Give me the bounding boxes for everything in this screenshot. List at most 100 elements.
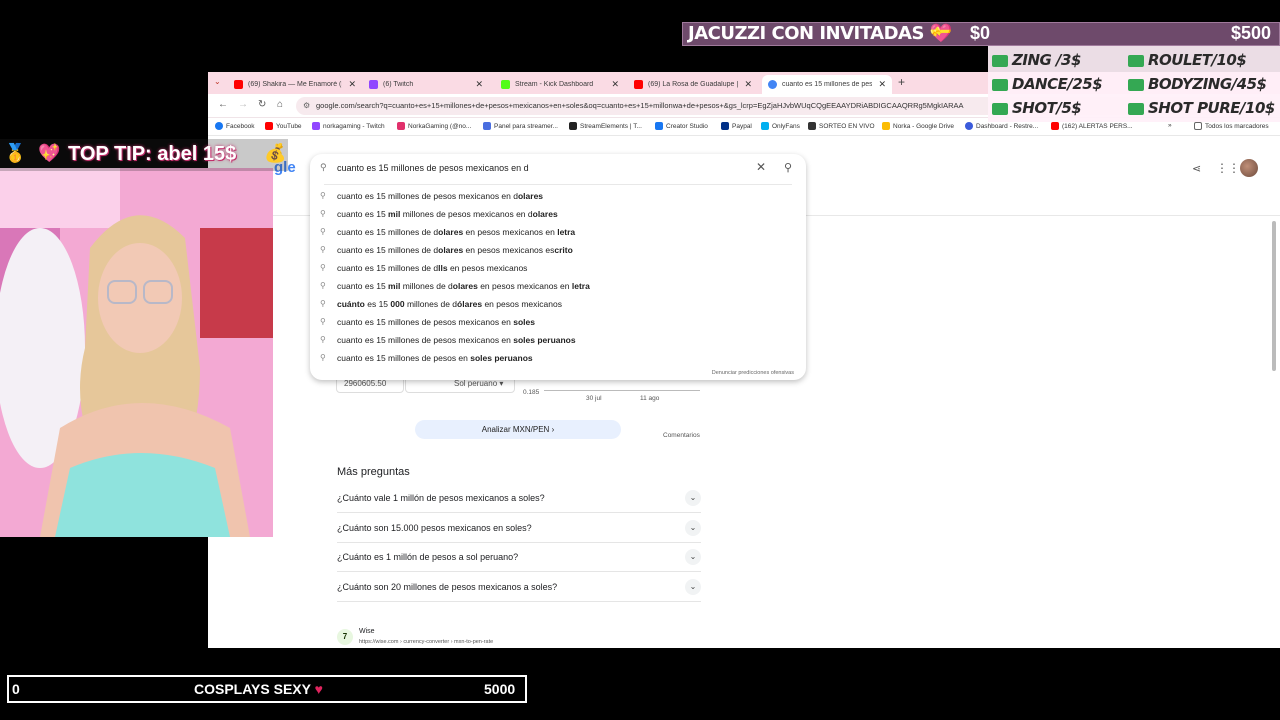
reload-icon[interactable]: ↻ (258, 99, 266, 110)
onlyfans-icon (761, 122, 769, 130)
bookmark-sorteo[interactable]: SORTEO EN VIVO (808, 122, 875, 130)
tip-menu-label: ZING /3$ (1012, 51, 1081, 69)
result-url[interactable]: https://wise.com › currency-converter › … (359, 639, 493, 645)
bookmark-instagram[interactable]: NorkaGaming (@no... (397, 122, 471, 130)
site-info-icon[interactable]: ⚙ (303, 97, 310, 115)
tab-label: Stream - Kick Dashboard (515, 81, 594, 88)
suggestion-item[interactable]: ⚲ cuánto es 15 000 millones de dólares en… (310, 295, 806, 313)
faq-item[interactable]: ¿Cuánto son 20 millones de pesos mexican… (337, 573, 701, 602)
bookmark-creator-studio[interactable]: Creator Studio (655, 122, 708, 130)
apps-grid-icon[interactable]: ⋮⋮ (1216, 161, 1240, 175)
bookmark-streamelements[interactable]: StreamElements | T... (569, 122, 642, 130)
suggestion-text: cuanto es 15 millones de pesos mexicanos… (337, 317, 514, 327)
tab-search-icon[interactable]: ⌄ (214, 77, 221, 86)
search-icon[interactable]: ⚲ (784, 161, 792, 174)
suggestion-text: millones de d (404, 299, 458, 309)
heart-icon: 💝 (929, 23, 952, 44)
bookmark-alertas[interactable]: (162) ALERTAS PERS... (1051, 122, 1133, 130)
cosplay-goal-max: 5000 (484, 681, 516, 697)
close-icon[interactable]: ✕ (611, 79, 619, 90)
faq-item[interactable]: ¿Cuánto son 15.000 pesos mexicanos en so… (337, 514, 701, 543)
close-icon[interactable]: ✕ (744, 79, 752, 90)
bookmark-youtube[interactable]: YouTube (265, 122, 302, 130)
tip-menu-label: BODYZING/45$ (1148, 75, 1267, 93)
comments-link[interactable]: Comentarios (663, 432, 700, 439)
money-icon (1128, 102, 1144, 115)
suggestion-text: millones de d (400, 281, 453, 291)
tab-rosa[interactable]: (69) La Rosa de Guadalupe | EL ✕ (628, 75, 758, 94)
bookmark-google-drive[interactable]: Norka - Google Drive (882, 122, 954, 130)
bookmark-facebook[interactable]: Facebook (215, 122, 255, 130)
suggestion-item[interactable]: ⚲ cuanto es 15 millones de pesos mexicano… (310, 187, 806, 205)
avatar[interactable] (1240, 159, 1258, 177)
goal-title-text: JACUZZI CON INVITADAS (688, 23, 924, 44)
bookmark-restream[interactable]: Dashboard - Restre... (965, 122, 1038, 130)
search-icon: ⚲ (320, 317, 326, 326)
close-icon[interactable]: ✕ (475, 79, 483, 90)
home-icon[interactable]: ⌂ (277, 99, 283, 110)
bookmark-label: SORTEO EN VIVO (819, 122, 875, 130)
suggestion-bold: mil (388, 281, 401, 291)
suggestion-text: en pesos mexicanos es (463, 245, 555, 255)
bookmarks-overflow-icon[interactable]: » (1168, 122, 1172, 129)
close-icon[interactable]: ✕ (348, 79, 356, 90)
wise-icon[interactable]: 7 (337, 629, 353, 645)
suggestion-item[interactable]: ⚲ cuanto es 15 millones de dlls en pesos … (310, 259, 806, 277)
search-input[interactable]: ⚲ cuanto es 15 millones de pesos mexican… (310, 154, 806, 184)
search-icon: ⚲ (320, 162, 327, 172)
bookmark-label: Paypal (732, 122, 752, 130)
tab-google-search[interactable]: cuanto es 15 millones de pesos ✕ (762, 75, 892, 94)
analyze-currency-button[interactable]: Analizar MXN/PEN › (415, 420, 621, 439)
chevron-down-icon[interactable]: ⌄ (685, 520, 701, 536)
bookmark-label: norkagaming - Twitch (323, 122, 385, 130)
result-site-name[interactable]: Wise (359, 628, 375, 635)
twitch-icon (369, 80, 378, 89)
faq-item[interactable]: ¿Cuánto es 1 millón de pesos a sol perua… (337, 543, 701, 572)
twitch-icon (312, 122, 320, 130)
bookmark-streamer-panel[interactable]: Panel para streamer... (483, 122, 558, 130)
tip-menu-item: BODYZING/45$ (1128, 75, 1267, 93)
suggestion-item[interactable]: ⚲ cuanto es 15 millones de dolares en pes… (310, 241, 806, 259)
suggestion-bold: crito (554, 245, 573, 255)
chevron-down-icon[interactable]: ⌄ (685, 549, 701, 565)
suggestion-item[interactable]: ⚲ cuanto es 15 mil millones de pesos mexi… (310, 205, 806, 223)
chart-x-label: 11 ago (640, 395, 660, 402)
google-icon (768, 80, 777, 89)
share-icon[interactable]: ⋖ (1192, 162, 1201, 175)
close-icon[interactable]: ✕ (878, 79, 886, 90)
tip-menu-item: SHOT PURE/10$ (1128, 99, 1275, 117)
bookmark-paypal[interactable]: Paypal (721, 122, 752, 130)
suggestion-item[interactable]: ⚲ cuanto es 15 millones de dolares en pes… (310, 223, 806, 241)
chevron-down-icon[interactable]: ⌄ (685, 579, 701, 595)
clear-icon[interactable]: ✕ (756, 160, 766, 174)
search-query[interactable]: cuanto es 15 millones de pesos mexicanos… (337, 163, 529, 173)
suggestion-bold: soles peruanos (470, 353, 533, 363)
forward-icon[interactable]: → (238, 99, 248, 110)
bookmark-twitch[interactable]: norkagaming - Twitch (312, 122, 385, 130)
all-bookmarks[interactable]: Todos los marcadores (1194, 122, 1269, 130)
paypal-icon (721, 122, 729, 130)
suggestion-item[interactable]: ⚲ cuanto es 15 mil millones de dolares en… (310, 277, 806, 295)
page-content: gle ⋖ ⋮⋮ 2960605.50 Sol peruano ▾ 0.185 … (208, 137, 1280, 648)
suggestion-text: cuanto es 15 millones de d (337, 263, 439, 273)
suggestion-text: cuanto es 15 millones de pesos en (337, 353, 471, 363)
cosplay-goal-title: COSPLAYS SEXY ♥ (194, 681, 323, 697)
suggestion-item[interactable]: ⚲ cuanto es 15 millones de pesos en soles… (310, 349, 806, 367)
streamelements-icon (569, 122, 577, 130)
money-icon (1128, 78, 1144, 91)
bookmark-label: Norka - Google Drive (893, 122, 955, 130)
tab-kick[interactable]: Stream - Kick Dashboard ✕ (495, 75, 625, 94)
bookmark-onlyfans[interactable]: OnlyFans (761, 122, 800, 130)
webcam-feed (0, 168, 273, 537)
suggestion-bold: olares (517, 191, 544, 201)
scrollbar-thumb[interactable] (1272, 221, 1276, 371)
new-tab-button[interactable]: + (898, 75, 905, 89)
chevron-down-icon[interactable]: ⌄ (685, 490, 701, 506)
back-icon[interactable]: ← (218, 99, 228, 110)
tab-twitch[interactable]: (6) Twitch ✕ (363, 75, 489, 94)
report-predictions-link[interactable]: Denunciar predicciones ofensivas (712, 370, 794, 376)
tab-shakira[interactable]: (69) Shakira — Me Enamoré (Le ✕ (228, 75, 362, 94)
suggestion-item[interactable]: ⚲ cuanto es 15 millones de pesos mexicano… (310, 313, 806, 331)
suggestion-item[interactable]: ⚲ cuanto es 15 millones de pesos mexicano… (310, 331, 806, 349)
faq-item[interactable]: ¿Cuánto vale 1 millón de pesos mexicanos… (337, 484, 701, 513)
